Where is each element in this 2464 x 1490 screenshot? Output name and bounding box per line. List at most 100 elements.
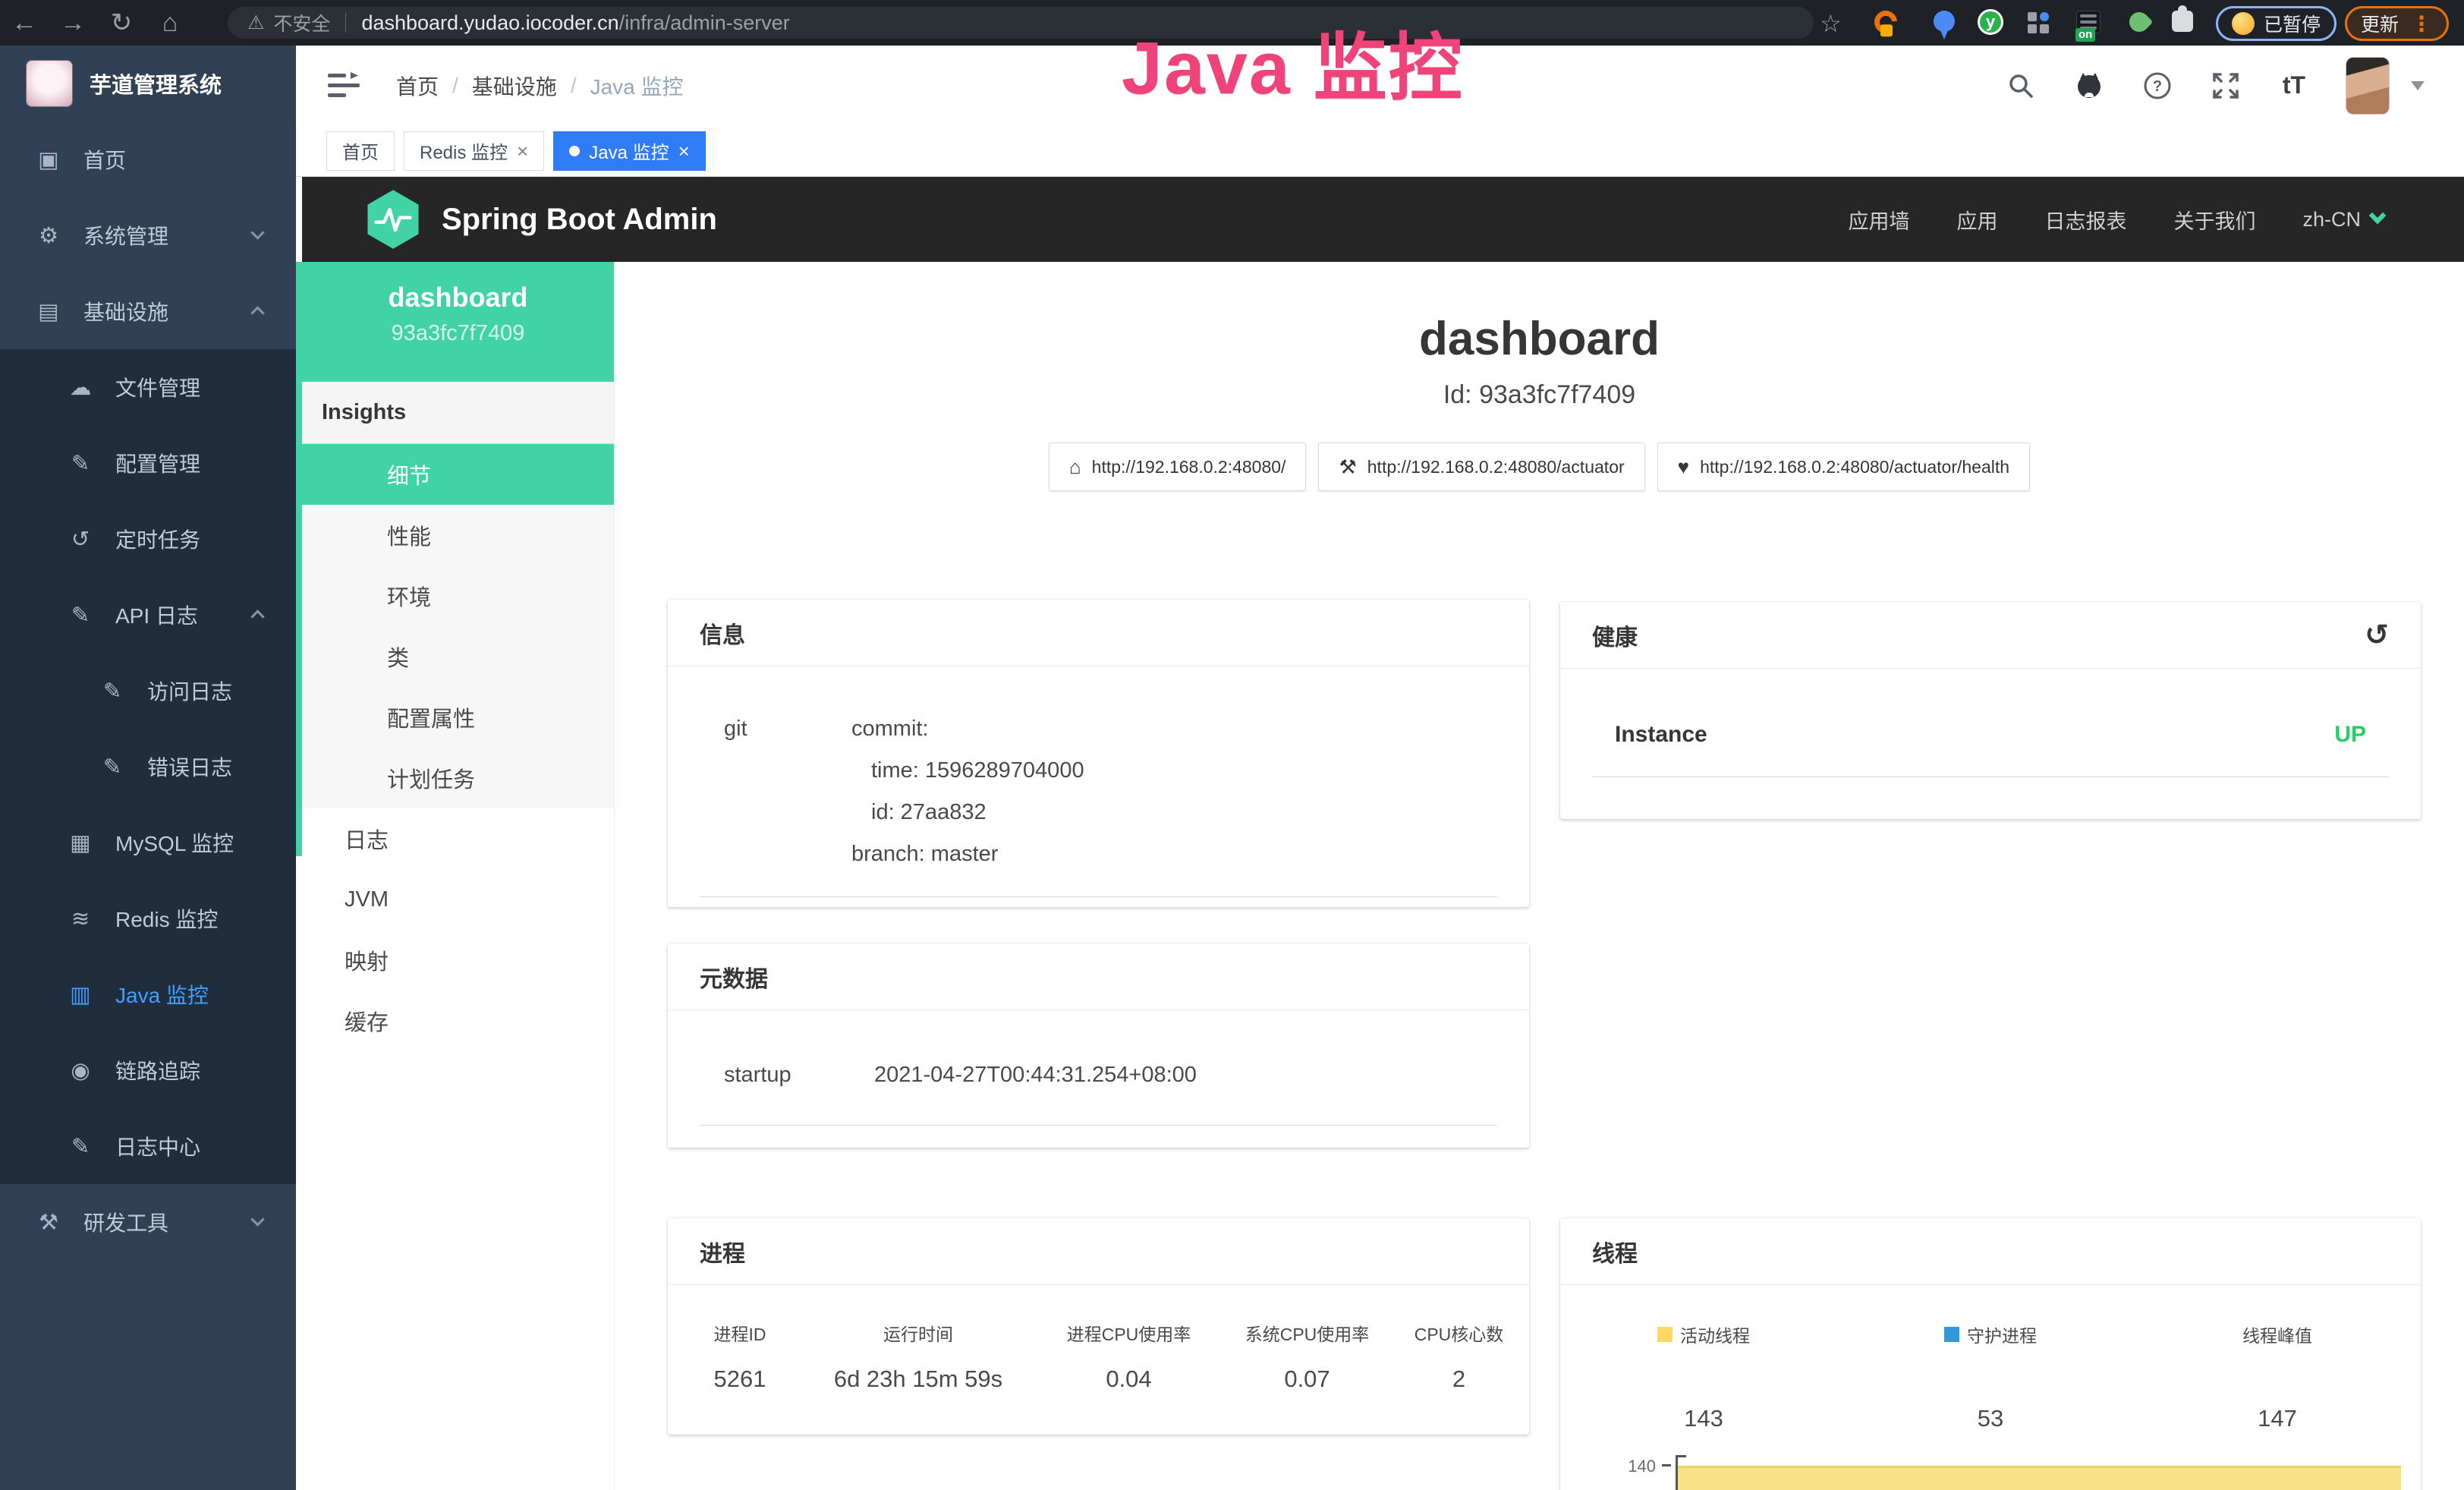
address-bar[interactable]: ⚠ 不安全 dashboard.yudao.iocoder.cn /infra/… xyxy=(228,7,1814,39)
home-icon[interactable]: ⌂ xyxy=(146,8,194,38)
update-label: 更新 xyxy=(2361,10,2399,37)
instance-id: 93a3fc7f7409 xyxy=(302,321,614,346)
app-logo-row[interactable]: 芋道管理系统 xyxy=(0,46,296,121)
font-size-icon[interactable]: tT xyxy=(2277,69,2311,102)
sidebar-item-trace[interactable]: ◉链路追踪 xyxy=(0,1032,296,1108)
git-commit-label: commit: xyxy=(851,708,1084,750)
health-card-head: 健康 ↺ xyxy=(1560,602,2421,669)
sba-item-details[interactable]: 细节 xyxy=(302,444,614,505)
security-label[interactable]: 不安全 xyxy=(273,9,330,36)
info-card-title: 信息 xyxy=(668,600,1529,666)
sba-item-jvm[interactable]: JVM xyxy=(302,869,614,930)
instance-header[interactable]: dashboard 93a3fc7f7409 xyxy=(302,262,614,382)
forward-icon[interactable]: → xyxy=(49,8,97,38)
actuator-url: http://192.168.0.2:48080/actuator xyxy=(1367,457,1625,477)
browser-menu-icon[interactable]: ⋮ xyxy=(2411,11,2433,36)
tab-redis-monitor[interactable]: Redis 监控× xyxy=(404,131,544,171)
user-avatar[interactable] xyxy=(2346,57,2390,115)
sidebar-item-java-monitor[interactable]: ▥Java 监控 xyxy=(0,956,296,1032)
sba-item-caches[interactable]: 缓存 xyxy=(302,991,614,1051)
grid-extension-icon[interactable] xyxy=(2028,11,2050,33)
extension-icon[interactable] xyxy=(1870,6,1902,38)
git-commit-id: id: 27aa832 xyxy=(851,792,1084,833)
sba-item-environment[interactable]: 环境 xyxy=(302,565,614,626)
sba-nav-about[interactable]: 关于我们 xyxy=(2173,205,2255,235)
sba-nav-applications[interactable]: 应用 xyxy=(1956,205,1997,235)
pin-extension-icon[interactable] xyxy=(1934,11,1955,32)
hamburger-icon[interactable] xyxy=(328,72,360,99)
sidebar-item-system[interactable]: ⚙系统管理 xyxy=(0,197,296,273)
sidebar-item-config[interactable]: ✎配置管理 xyxy=(0,425,296,501)
threads-area-series xyxy=(1678,1466,2401,1490)
sba-item-scheduledtasks[interactable]: 计划任务 xyxy=(302,748,614,808)
screen: ← → ↻ ⌂ ⚠ 不安全 dashboard.yudao.iocoder.cn… xyxy=(0,0,2464,1490)
paused-label: 已暂停 xyxy=(2264,10,2321,37)
cloud-icon: ☁ xyxy=(65,374,96,401)
sba-locale-select[interactable]: zh-CN xyxy=(2302,208,2384,232)
close-icon[interactable]: × xyxy=(517,141,528,161)
sidebar-item-api-log[interactable]: ✎API 日志 xyxy=(0,577,296,653)
startup-value: 2021-04-27T00:44:31.254+08:00 xyxy=(874,1054,1197,1096)
sidebar-item-mysql[interactable]: ▦MySQL 监控 xyxy=(0,805,296,880)
sidebar-item-access-log[interactable]: ✎访问日志 xyxy=(0,653,296,729)
sidebar-item-job[interactable]: ↺定时任务 xyxy=(0,501,296,577)
bookmark-star-icon[interactable]: ☆ xyxy=(1820,9,1842,38)
sidebar-menu: ▣首页 ⚙系统管理 ▤基础设施 ☁文件管理 ✎配置管理 ↺定时任务 ✎API 日… xyxy=(0,121,296,1260)
sba-item-mappings[interactable]: 映射 xyxy=(302,930,614,991)
reload-icon[interactable]: ↻ xyxy=(97,8,146,38)
fullscreen-icon[interactable] xyxy=(2209,69,2242,102)
breadcrumb-home[interactable]: 首页 xyxy=(396,71,439,101)
process-card: 进程 进程ID 运行时间 进程CPU使用率 系统CPU使用率 CPU核心数 52… xyxy=(668,1218,1529,1435)
sba-item-loggers[interactable]: 日志 xyxy=(302,808,614,869)
sba-nav-wallboard[interactable]: 应用墙 xyxy=(1848,205,1909,235)
sba-item-configprops[interactable]: 配置属性 xyxy=(302,687,614,748)
profile-paused-badge[interactable]: 已暂停 xyxy=(2216,6,2337,41)
breadcrumb-infra[interactable]: 基础设施 xyxy=(472,71,557,101)
service-url-button[interactable]: ⌂http://192.168.0.2:48080/ xyxy=(1049,443,1307,491)
home-icon: ⌂ xyxy=(1069,455,1081,479)
sba-nav-journal[interactable]: 日志报表 xyxy=(2044,205,2126,235)
health-url-button[interactable]: ♥http://192.168.0.2:48080/actuator/healt… xyxy=(1657,443,2030,491)
extensions-puzzle-icon[interactable] xyxy=(2172,11,2193,32)
close-icon[interactable]: × xyxy=(678,141,690,161)
leaf-extension-icon[interactable] xyxy=(2126,8,2154,36)
sba-brand-title[interactable]: Spring Boot Admin xyxy=(442,203,717,237)
sidebar-item-devtools[interactable]: ⚒研发工具 xyxy=(0,1184,296,1260)
wrench-icon: ⚒ xyxy=(1339,455,1356,479)
tab-home[interactable]: 首页 xyxy=(326,131,395,171)
sidebar-item-label: 配置管理 xyxy=(115,448,200,478)
warning-icon: ⚠ xyxy=(247,11,264,34)
caret-down-icon[interactable] xyxy=(2411,81,2425,90)
instance-name: dashboard xyxy=(302,282,614,313)
health-history-icon[interactable]: ↺ xyxy=(2365,618,2389,652)
extension-badge xyxy=(1880,24,1893,36)
health-card-title: 健康 xyxy=(1592,619,1638,652)
legend-label: 活动线程 xyxy=(1680,1321,1750,1347)
sba-item-metrics[interactable]: 性能 xyxy=(302,505,614,565)
tab-java-monitor[interactable]: Java 监控× xyxy=(553,131,706,171)
search-icon[interactable] xyxy=(2004,69,2038,102)
back-icon[interactable]: ← xyxy=(0,8,49,38)
live-threads-value: 143 xyxy=(1684,1405,1723,1432)
github-icon[interactable] xyxy=(2072,69,2106,102)
help-icon[interactable]: ? xyxy=(2141,69,2174,102)
update-button[interactable]: 更新 ⋮ xyxy=(2345,6,2449,41)
git-value: commit: time: 1596289704000 id: 27aa832 … xyxy=(851,708,1084,875)
breadcrumb: 首页 / 基础设施 / Java 监控 xyxy=(396,71,684,101)
edit-icon: ✎ xyxy=(65,602,96,628)
chevron-up-icon xyxy=(250,610,264,623)
spring-boot-admin-logo xyxy=(364,188,422,250)
sidebar-item-error-log[interactable]: ✎错误日志 xyxy=(0,729,296,805)
sidebar-item-redis[interactable]: ≋Redis 监控 xyxy=(0,880,296,956)
sidebar-item-home[interactable]: ▣首页 xyxy=(0,121,296,197)
switch-extension-icon[interactable]: on xyxy=(2076,11,2101,33)
sidebar-item-infra[interactable]: ▤基础设施 xyxy=(0,273,296,349)
annotation-text: Java 监控 xyxy=(1122,8,1464,115)
sba-item-beans[interactable]: 类 xyxy=(302,626,614,687)
actuator-url-button[interactable]: ⚒ http://192.168.0.2:48080/actuator xyxy=(1318,443,1644,491)
y-extension-icon[interactable]: y xyxy=(1978,9,2003,35)
sidebar-item-label: 访问日志 xyxy=(147,676,232,706)
sidebar-item-log-center[interactable]: ✎日志中心 xyxy=(0,1108,296,1184)
app-title: 芋道管理系统 xyxy=(90,68,222,99)
sidebar-item-file[interactable]: ☁文件管理 xyxy=(0,349,296,425)
